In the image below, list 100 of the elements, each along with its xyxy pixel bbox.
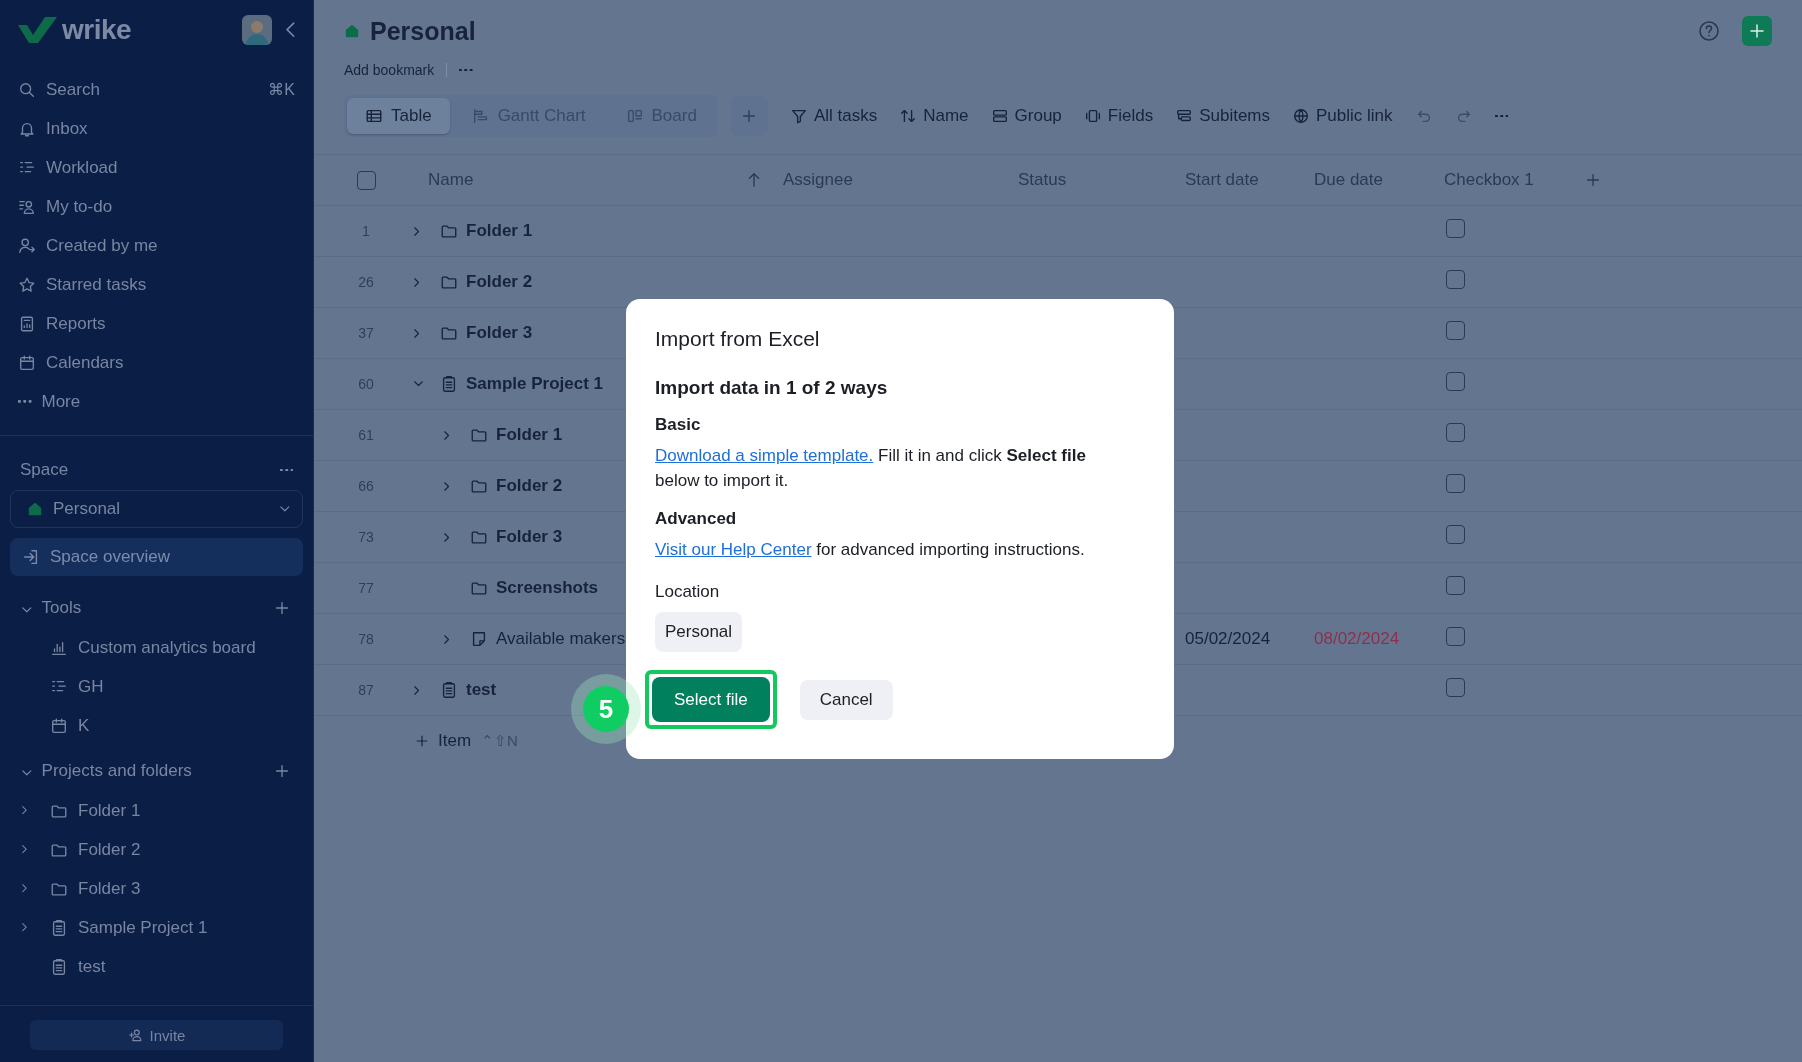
item-name[interactable]: Folder 2 bbox=[496, 476, 563, 496]
toolbar-button[interactable]: Subitems bbox=[1175, 106, 1271, 126]
column-header[interactable]: Assignee bbox=[783, 170, 1018, 190]
folder-icon bbox=[440, 222, 458, 240]
item-name[interactable]: Folder 2 bbox=[466, 272, 533, 292]
project-icon bbox=[50, 957, 68, 976]
nav-item[interactable]: Inbox bbox=[0, 109, 313, 148]
select-file-button[interactable]: Select file bbox=[652, 677, 770, 722]
add-icon bbox=[414, 733, 430, 749]
add-column-icon bbox=[1584, 171, 1602, 189]
start-date: 05/02/2024 bbox=[1185, 629, 1271, 648]
tree-item[interactable]: GH bbox=[12, 667, 114, 706]
table-row[interactable]: 1 Folder 1 bbox=[314, 206, 1802, 257]
row-checkbox[interactable] bbox=[1446, 372, 1465, 391]
chevron-icon bbox=[22, 923, 27, 932]
logo-check-icon bbox=[18, 17, 58, 43]
column-header[interactable]: Start date bbox=[1185, 170, 1314, 190]
nav-item[interactable]: My to-do bbox=[0, 187, 313, 226]
row-checkbox[interactable] bbox=[1446, 219, 1465, 238]
tree-item[interactable]: Folder 1 bbox=[12, 791, 151, 830]
project-icon bbox=[50, 918, 68, 937]
nav-item[interactable]: Search ⌘K bbox=[0, 70, 313, 109]
tree-item[interactable]: Custom analytics board bbox=[12, 628, 266, 667]
nav-item[interactable]: Starred tasks bbox=[0, 265, 313, 304]
chevron-icon bbox=[22, 806, 27, 815]
row-checkbox[interactable] bbox=[1446, 270, 1465, 289]
avatar[interactable] bbox=[242, 15, 273, 45]
invite-icon bbox=[127, 1027, 144, 1043]
select-all-checkbox[interactable] bbox=[356, 170, 376, 190]
more-icon bbox=[459, 68, 473, 72]
page-title: Personal bbox=[370, 16, 476, 46]
space-overview-item[interactable]: Space overview bbox=[10, 538, 303, 576]
add-view-button[interactable] bbox=[729, 96, 768, 136]
view-tab[interactable]: Table bbox=[347, 98, 450, 134]
section-heading: Advanced bbox=[655, 509, 738, 529]
column-header[interactable]: Name bbox=[428, 170, 474, 190]
row-number: 37 bbox=[357, 325, 375, 341]
tree-item[interactable]: K bbox=[12, 706, 100, 745]
star-icon bbox=[18, 275, 36, 294]
more-icon bbox=[279, 468, 293, 472]
nav-item[interactable]: More bbox=[0, 382, 313, 421]
calendar-icon bbox=[18, 353, 36, 372]
row-checkbox[interactable] bbox=[1446, 576, 1465, 595]
invite-button[interactable]: Invite bbox=[30, 1020, 283, 1050]
help-link[interactable]: Visit our Help Center bbox=[655, 540, 812, 559]
item-name[interactable]: Folder 1 bbox=[466, 221, 533, 241]
tree-item[interactable]: test bbox=[12, 947, 116, 986]
chevron-icon bbox=[22, 884, 27, 893]
row-number: 66 bbox=[357, 478, 375, 494]
toolbar-button[interactable]: Name bbox=[899, 106, 969, 126]
toolbar-button[interactable]: Public link bbox=[1292, 106, 1393, 126]
toolbar-button[interactable]: All tasks bbox=[789, 106, 878, 126]
column-header[interactable]: Due date bbox=[1314, 170, 1444, 190]
instruction-text: Download a simple template. Fill it in and click Select file below to import it. bbox=[655, 445, 1087, 492]
chevron-icon bbox=[414, 277, 420, 287]
help-button[interactable] bbox=[1698, 20, 1720, 42]
dialog-title: Import from Excel bbox=[655, 327, 821, 351]
new-item-button[interactable] bbox=[1742, 16, 1772, 46]
item-name[interactable]: Screenshots bbox=[496, 578, 599, 598]
row-number: 61 bbox=[357, 427, 375, 443]
add-item-button[interactable]: Item bbox=[414, 731, 472, 751]
row-checkbox[interactable] bbox=[1446, 423, 1465, 442]
nav-item[interactable]: Reports bbox=[0, 304, 313, 343]
row-checkbox[interactable] bbox=[1446, 525, 1465, 544]
row-checkbox[interactable] bbox=[1446, 474, 1465, 493]
item-name[interactable]: Folder 1 bbox=[496, 425, 563, 445]
tree-item[interactable]: Folder 2 bbox=[12, 830, 151, 869]
item-name[interactable]: Sample Project 1 bbox=[466, 374, 603, 394]
location-chip[interactable]: Personal bbox=[655, 612, 743, 652]
space-selector[interactable]: Personal bbox=[10, 490, 303, 528]
row-number: 78 bbox=[357, 631, 375, 647]
section-label: Projects and folders bbox=[41, 761, 193, 781]
item-name[interactable]: Folder 3 bbox=[496, 527, 563, 547]
chevron-icon bbox=[414, 685, 420, 695]
cancel-button[interactable]: Cancel bbox=[799, 679, 893, 720]
column-header[interactable]: Status bbox=[1018, 170, 1185, 190]
chevron-icon bbox=[414, 328, 420, 338]
tree-item[interactable]: Sample Project 1 bbox=[12, 908, 218, 947]
nav-item[interactable]: Created by me bbox=[0, 226, 313, 265]
row-checkbox[interactable] bbox=[1446, 678, 1465, 697]
toolbar-button[interactable]: Group bbox=[990, 106, 1062, 126]
board-icon bbox=[625, 107, 644, 125]
chevron-icon bbox=[444, 634, 450, 644]
item-name[interactable]: Folder 3 bbox=[466, 323, 533, 343]
row-checkbox[interactable] bbox=[1446, 321, 1465, 340]
search-icon bbox=[18, 80, 36, 99]
dots-icon bbox=[18, 400, 32, 403]
chevron-icon bbox=[444, 532, 450, 542]
add-bookmark-link[interactable]: Add bookmark bbox=[344, 62, 435, 78]
toolbar-button[interactable]: Fields bbox=[1083, 106, 1154, 126]
nav-item[interactable]: Workload bbox=[0, 148, 313, 187]
column-header[interactable]: Checkbox 1 bbox=[1444, 170, 1584, 190]
nav-item[interactable]: Calendars bbox=[0, 343, 313, 382]
row-checkbox[interactable] bbox=[1446, 627, 1465, 646]
calendar-icon bbox=[50, 716, 68, 735]
tree-item[interactable]: Folder 3 bbox=[12, 869, 151, 908]
filter-icon bbox=[789, 107, 808, 125]
item-name[interactable]: Available makers bbox=[496, 629, 626, 649]
item-name[interactable]: test bbox=[466, 680, 497, 700]
help-link[interactable]: Download a simple template. bbox=[655, 446, 874, 465]
